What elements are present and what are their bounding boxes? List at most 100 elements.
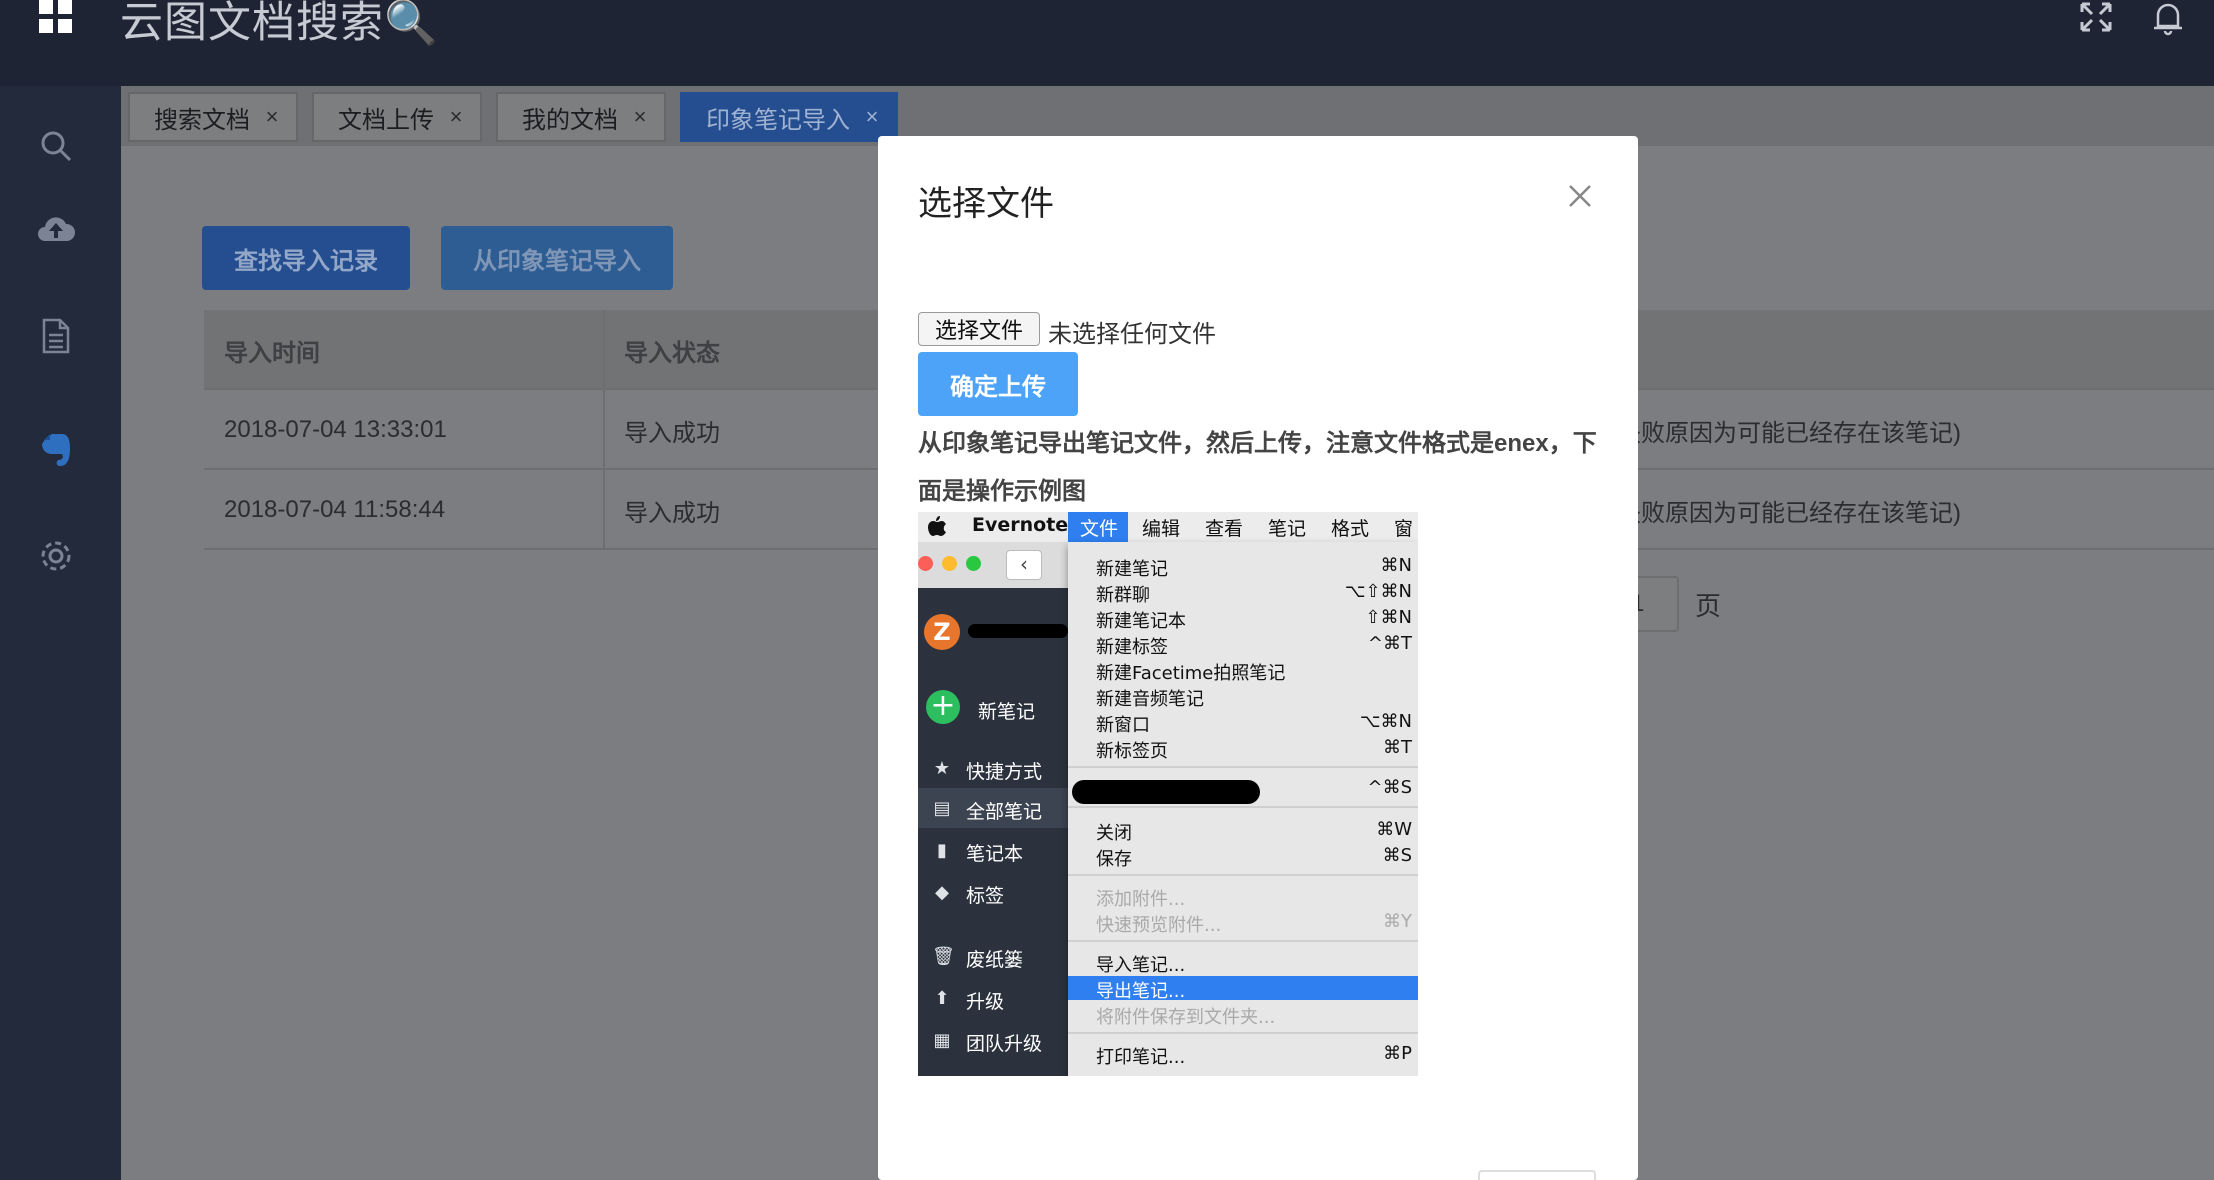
tab-doc-upload[interactable]: 文档上传 × xyxy=(312,92,482,142)
app-title: 云图文档搜索🔍 xyxy=(120,0,439,47)
building-icon: ▦ xyxy=(933,1030,951,1051)
import-from-evernote-button[interactable]: 从印象笔记导入 xyxy=(441,226,673,290)
trash-icon: 🗑 xyxy=(932,946,955,967)
menu-item: 将附件保存到文件夹... xyxy=(1068,1002,1418,1028)
app-menu-label: Evernote xyxy=(972,514,1069,536)
cloud-upload-icon[interactable] xyxy=(32,204,80,252)
close-icon[interactable] xyxy=(1566,182,1594,210)
tab-label: 文档上传 xyxy=(338,106,434,134)
query-import-records-button[interactable]: 查找导入记录 xyxy=(202,226,410,290)
menu-item: 新窗口 ⌥⌘N xyxy=(1068,710,1418,736)
column-header-time: 导入时间 xyxy=(224,339,320,367)
tab-evernote-import[interactable]: 印象笔记导入 × xyxy=(680,92,898,142)
menu-item-shortcut: ⌘N xyxy=(1380,555,1412,576)
list-item: ▮ 笔记本 xyxy=(918,830,1068,870)
list-item: ★ 快捷方式 xyxy=(918,748,1068,788)
file-status: 未选择任何文件 xyxy=(1048,321,1216,348)
close-icon[interactable]: × xyxy=(630,106,650,128)
menu-item-label: 导出笔记... xyxy=(1096,981,1186,1002)
menu-item-shortcut: ^⌘S xyxy=(1367,777,1412,798)
menu-item: 导入笔记... xyxy=(1068,950,1418,976)
menu-item-shortcut: ⌥⌘N xyxy=(1359,711,1412,732)
page-unit-label: 页 xyxy=(1695,591,1722,621)
menu-item: 新建笔记 ⌘N xyxy=(1068,554,1418,580)
back-icon: ‹ xyxy=(1006,550,1042,580)
menu-separator xyxy=(1068,766,1418,768)
list-item-label: 快捷方式 xyxy=(966,761,1043,783)
menu-item-label: 导入笔记... xyxy=(1096,955,1186,976)
tab-label: 搜索文档 xyxy=(154,106,250,134)
fullscreen-icon[interactable] xyxy=(2078,0,2114,34)
menu-item: 新建Facetime拍照笔记 xyxy=(1068,658,1418,684)
menu-item-label: 将附件保存到文件夹... xyxy=(1096,1007,1276,1028)
menu-item-label: 新建笔记本 xyxy=(1096,611,1186,632)
column-divider xyxy=(603,310,605,550)
confirm-upload-button[interactable]: 确定上传 xyxy=(918,352,1078,416)
close-icon[interactable]: × xyxy=(446,106,466,128)
list-item: ▤ 全部笔记 xyxy=(918,788,1068,828)
new-note-item: 新笔记 xyxy=(918,688,1068,728)
instructions-text: 从印象笔记导出笔记文件，然后上传，注意文件格式是enex，下面是操作示例图 xyxy=(918,430,1597,505)
menu-item: 新标签页 ⌘T xyxy=(1068,736,1418,762)
menu-item-shortcut: ⌘Y xyxy=(1383,911,1412,932)
file-menu-dropdown: 新建笔记 ⌘N 新群聊 ⌥⇧⌘N 新建笔记本 ⇧⌘N 新建标签 ^⌘T 新建Faceti… xyxy=(1068,542,1418,1076)
menu-item-label: 关闭 xyxy=(1096,823,1132,844)
menu-item-label: 打印笔记... xyxy=(1096,1047,1186,1068)
menu-separator xyxy=(1068,874,1418,876)
modal-footer-button[interactable] xyxy=(1478,1170,1596,1180)
menu-item-label: 快速预览附件... xyxy=(1096,915,1222,936)
minimize-dot xyxy=(942,556,957,571)
choose-file-button[interactable]: 选择文件 xyxy=(918,312,1040,346)
menu-item-label: 新群聊 xyxy=(1096,585,1150,606)
redaction xyxy=(968,624,1068,638)
evernote-icon[interactable] xyxy=(32,426,80,474)
close-dot xyxy=(918,556,933,571)
new-note-label: 新笔记 xyxy=(978,701,1036,723)
bell-icon[interactable] xyxy=(2150,0,2186,36)
zoom-dot xyxy=(966,556,981,571)
import-time: 2018-07-04 13:33:01 xyxy=(224,416,447,443)
import-note: 失败原因为可能已经存在该笔记) xyxy=(1617,419,1961,447)
menu-item-label: 新建Facetime拍照笔记 xyxy=(1096,663,1286,684)
tag-icon: ◆ xyxy=(935,882,949,903)
column-header-status: 导入状态 xyxy=(624,339,720,367)
close-icon[interactable]: × xyxy=(862,106,882,128)
search-icon[interactable] xyxy=(32,122,80,170)
settings-icon[interactable] xyxy=(32,532,80,580)
list-item-label: 升级 xyxy=(966,991,1005,1013)
list-item-label: 废纸篓 xyxy=(966,949,1024,971)
tab-search-docs[interactable]: 搜索文档 × xyxy=(128,92,298,142)
menu-item: 快速预览附件... ⌘Y xyxy=(1068,910,1418,936)
example-screenshot: Evernote 文件 编辑 查看 笔记 格式 窗 ‹ Z + 新笔记 ★ 快捷方… xyxy=(918,512,1418,1076)
tab-my-docs[interactable]: 我的文档 × xyxy=(496,92,666,142)
menu-item: 新建笔记本 ⇧⌘N xyxy=(1068,606,1418,632)
menu-item-shortcut: ⇧⌘N xyxy=(1365,607,1412,628)
menu-item-label: 保存 xyxy=(1096,849,1132,870)
redaction xyxy=(1072,780,1260,804)
star-icon: ★ xyxy=(933,758,951,779)
notebook-icon: ▮ xyxy=(937,840,947,861)
menu-item-label: 新建笔记 xyxy=(1096,559,1168,580)
menu-item-label: 新标签页 xyxy=(1096,741,1168,762)
menu-item-label: 新建音频笔记 xyxy=(1096,689,1204,710)
close-icon[interactable]: × xyxy=(262,106,282,128)
tab-label: 印象笔记导入 xyxy=(706,106,850,134)
menu-view: 查看 xyxy=(1205,518,1244,540)
menu-edit: 编辑 xyxy=(1142,518,1181,540)
modal-title: 选择文件 xyxy=(918,185,1054,223)
document-icon[interactable] xyxy=(32,312,80,360)
menu-separator xyxy=(1068,940,1418,942)
menu-item: 关闭 ⌘W xyxy=(1068,818,1418,844)
avatar: Z xyxy=(924,614,960,650)
menu-format: 格式 xyxy=(1331,518,1370,540)
menu-item-shortcut: ⌘T xyxy=(1383,737,1412,758)
menu-note: 笔记 xyxy=(1268,518,1307,540)
menu-item-shortcut: ⌘P xyxy=(1383,1043,1412,1064)
menu-separator xyxy=(1068,806,1418,808)
menu-item-highlighted: 导出笔记... xyxy=(1068,976,1418,1002)
list-item: ▦ 团队升级 xyxy=(918,1020,1068,1060)
menu-file: 文件 xyxy=(1068,512,1128,542)
menu-separator xyxy=(1068,1032,1418,1034)
grid-icon[interactable] xyxy=(39,0,72,33)
menu-item: 新建音频笔记 xyxy=(1068,684,1418,710)
